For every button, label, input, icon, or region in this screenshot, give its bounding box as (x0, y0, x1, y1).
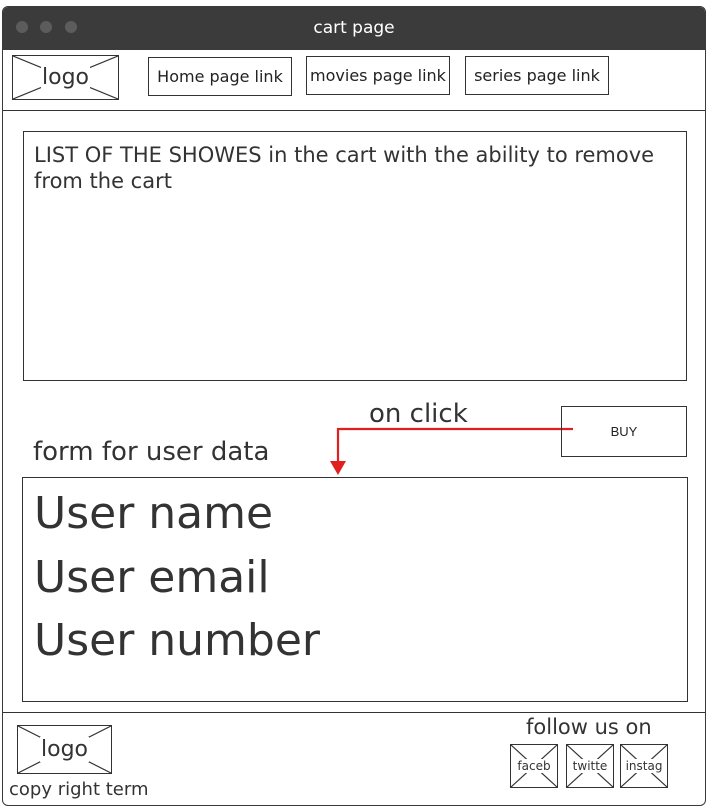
facebook-label: faceb (516, 759, 552, 773)
header-divider (3, 110, 705, 111)
facebook-link[interactable]: faceb (510, 744, 558, 788)
user-email-field[interactable]: User email (34, 552, 270, 604)
title-bar: cart page (3, 7, 705, 50)
footer-logo[interactable]: logo (17, 725, 112, 774)
cart-list[interactable]: LIST OF THE SHOWES in the cart with the … (23, 131, 687, 381)
browser-window: cart page logo Home page link movies pag… (2, 6, 706, 806)
twitter-link[interactable]: twitte (566, 744, 614, 788)
window-title: cart page (313, 18, 395, 38)
twitter-label: twitte (571, 759, 609, 773)
instagram-link[interactable]: instag (620, 744, 668, 788)
footer-divider (3, 712, 705, 713)
instagram-label: instag (624, 759, 664, 773)
form-label: form for user data (33, 437, 270, 467)
flow-arrow-icon (330, 427, 573, 475)
cart-list-text: LIST OF THE SHOWES in the cart with the … (34, 143, 655, 193)
user-number-field[interactable]: User number (34, 615, 320, 667)
header-logo[interactable]: logo (12, 55, 119, 100)
copyright-text: copy right term (9, 779, 149, 800)
user-name-field[interactable]: User name (34, 488, 273, 540)
follow-us-label: follow us on (526, 715, 652, 739)
user-data-form: User name User email User number (22, 477, 688, 702)
footer-logo-text: logo (40, 737, 89, 762)
header-logo-text: logo (41, 65, 90, 90)
nav-home-link[interactable]: Home page link (148, 57, 292, 96)
nav-series-link[interactable]: series page link (465, 56, 609, 95)
buy-button[interactable]: BUY (561, 406, 687, 457)
nav-movies-link[interactable]: movies page link (306, 56, 450, 95)
